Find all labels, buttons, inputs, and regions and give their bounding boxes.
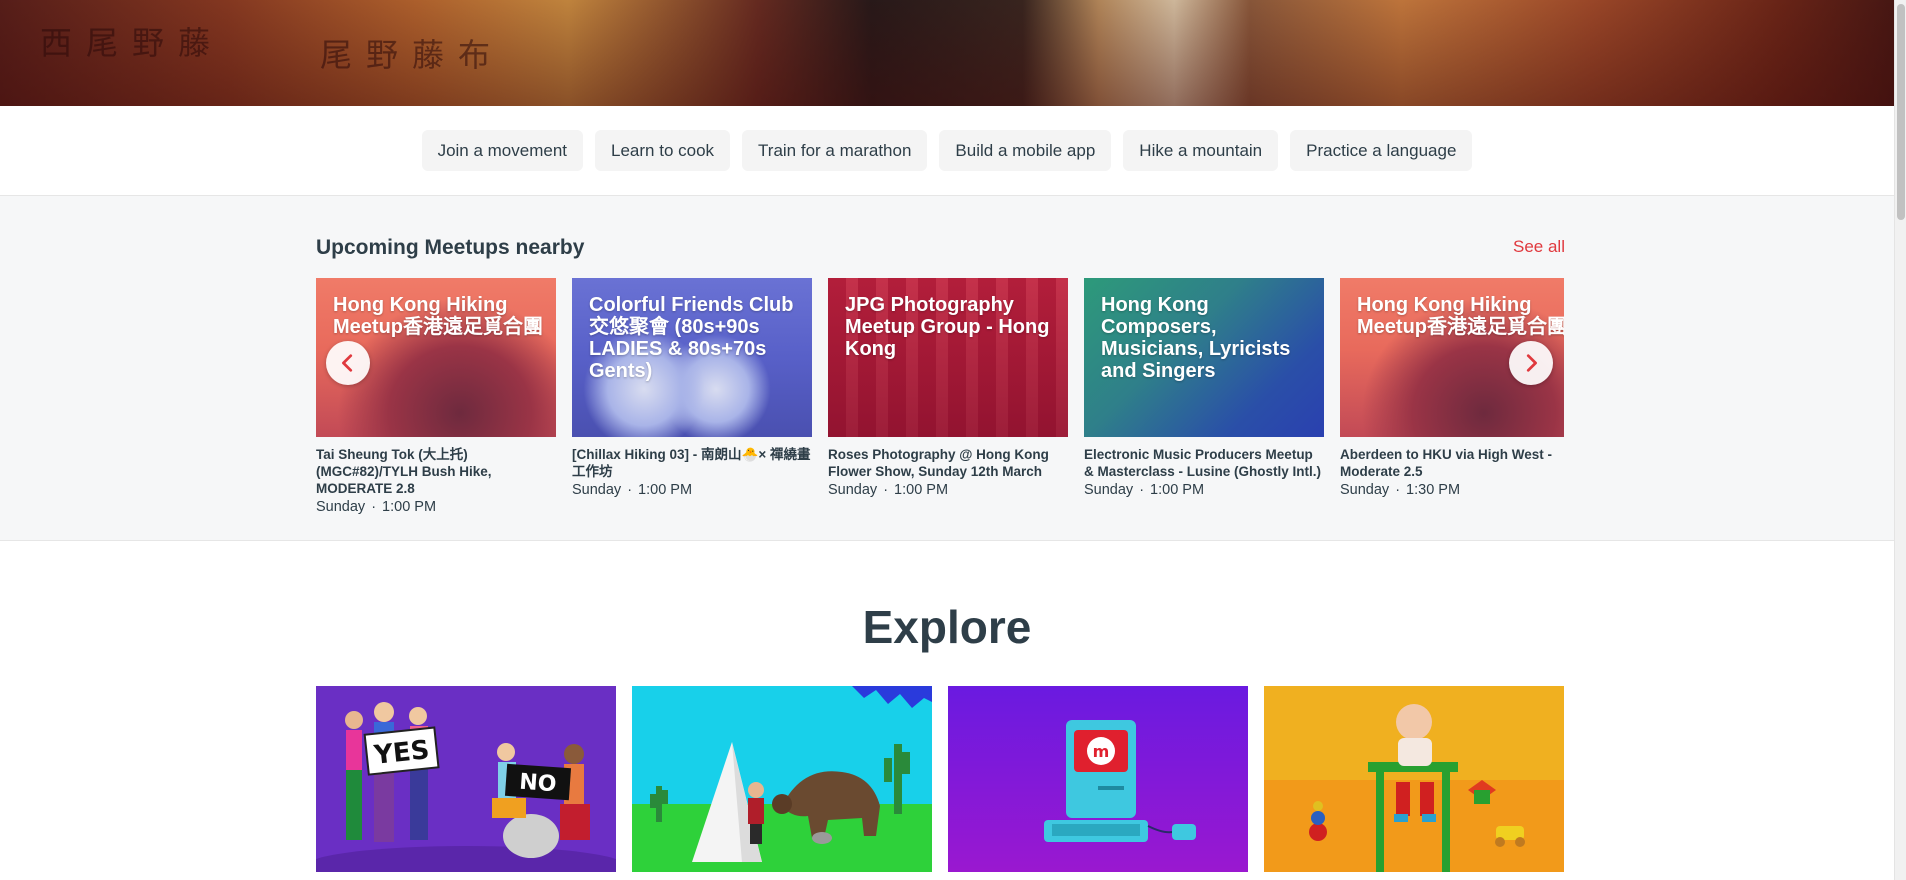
event-hour: 1:00 PM [1150,482,1205,498]
separator-dot: · [371,499,377,515]
chip-hike-mountain[interactable]: Hike a mountain [1123,130,1279,171]
event-hour: 1:30 PM [1406,482,1461,498]
explore-tile-movements[interactable]: YES NO [316,686,616,872]
teepee-bear-illustration [632,686,932,872]
sign-no-text: NO [519,770,558,798]
meetup-card[interactable]: JPG Photography Meetup Group - Hong Kong… [828,278,1068,498]
meetup-card-image[interactable]: JPG Photography Meetup Group - Hong Kong [828,278,1068,437]
group-name-overlay: Hong Kong Hiking Meetup香港遠足覓合團 [1357,294,1564,338]
chip-practice-language[interactable]: Practice a language [1290,130,1473,171]
event-day: Sunday [1084,482,1134,498]
event-day: Sunday [572,482,622,498]
explore-heading: Explore [862,601,1032,653]
page-scrollbar[interactable] [1894,0,1906,880]
retro-computer-illustration: m [948,686,1248,872]
group-name-overlay: Hong Kong Hiking Meetup香港遠足覓合團 [333,294,543,338]
event-time: Sunday · 1:30 PM [1340,482,1564,498]
hero-banner: 西尾野藤 尾野藤布 [0,0,1894,106]
hero-decor-text: 西尾野藤 [40,24,225,62]
event-hour: 1:00 PM [894,482,949,498]
separator-dot: · [1395,482,1401,498]
meetup-card[interactable]: Colorful Friends Club 交悠聚會 (80s+90s LADI… [572,278,812,498]
explore-tile-family[interactable] [1264,686,1564,872]
group-name-overlay: JPG Photography Meetup Group - Hong Kong [845,294,1050,360]
event-hour: 1:00 PM [382,499,437,515]
hero-decor-text: 尾野藤布 [320,36,505,74]
upcoming-meetups-section: Upcoming Meetups nearby See all Hong Kon… [0,195,1894,541]
event-time: Sunday · 1:00 PM [572,482,812,498]
event-title[interactable]: [Chillax Hiking 03] - 南朗山🐣× 禪繞畫工作坊 [572,446,812,480]
people-with-signs-illustration: YES NO [316,686,616,872]
event-title[interactable]: Aberdeen to HKU via High West - Moderate… [1340,446,1564,480]
chip-join-movement[interactable]: Join a movement [421,130,584,171]
meetup-card[interactable]: Hong Kong Composers, Musicians, Lyricist… [1084,278,1324,498]
separator-dot: · [1139,482,1145,498]
separator-dot: · [627,482,633,498]
scrollbar-thumb[interactable] [1897,4,1905,220]
section-title: Upcoming Meetups nearby [316,236,585,259]
event-day: Sunday [316,499,366,515]
event-title[interactable]: Electronic Music Producers Meetup & Mast… [1084,446,1324,480]
event-time: Sunday · 1:00 PM [316,499,556,515]
event-day: Sunday [1340,482,1390,498]
meetup-card-image[interactable]: Hong Kong Composers, Musicians, Lyricist… [1084,278,1324,437]
svg-text:m: m [1093,742,1110,761]
chip-build-app[interactable]: Build a mobile app [939,130,1112,171]
separator-dot: · [883,482,889,498]
explore-tile-outdoors[interactable] [632,686,932,872]
meetup-card-image[interactable]: Colorful Friends Club 交悠聚會 (80s+90s LADI… [572,278,812,437]
meetup-card[interactable]: Hong Kong Hiking Meetup香港遠足覓合團 Tai Sheun… [316,278,556,515]
meetup-card[interactable]: Hong Kong Hiking Meetup香港遠足覓合團 Aberdeen … [1340,278,1564,498]
meetup-carousel: Hong Kong Hiking Meetup香港遠足覓合團 Tai Sheun… [316,278,1564,518]
event-title[interactable]: Roses Photography @ Hong Kong Flower Sho… [828,446,1068,480]
sign-yes-text: YES [372,735,431,771]
group-name-overlay: Colorful Friends Club 交悠聚會 (80s+90s LADI… [589,294,794,382]
chip-train-marathon[interactable]: Train for a marathon [742,130,928,171]
baby-highchair-illustration [1264,686,1564,872]
event-time: Sunday · 1:00 PM [828,482,1068,498]
chip-learn-cook[interactable]: Learn to cook [595,130,731,171]
carousel-prev-button[interactable] [326,341,370,385]
interest-chips: Join a movement Learn to cook Train for … [0,130,1894,171]
group-name-overlay: Hong Kong Composers, Musicians, Lyricist… [1101,294,1291,382]
explore-tile-tech[interactable]: m [948,686,1248,872]
event-day: Sunday [828,482,878,498]
chevron-left-icon [342,354,353,372]
event-hour: 1:00 PM [638,482,693,498]
carousel-next-button[interactable] [1509,341,1553,385]
event-time: Sunday · 1:00 PM [1084,482,1324,498]
chevron-right-icon [1526,354,1537,372]
event-title[interactable]: Tai Sheung Tok (大上托)(MGC#82)/TYLH Bush H… [316,446,556,497]
explore-tiles: YES NO m [316,686,1564,872]
see-all-link[interactable]: See all [1513,237,1565,257]
